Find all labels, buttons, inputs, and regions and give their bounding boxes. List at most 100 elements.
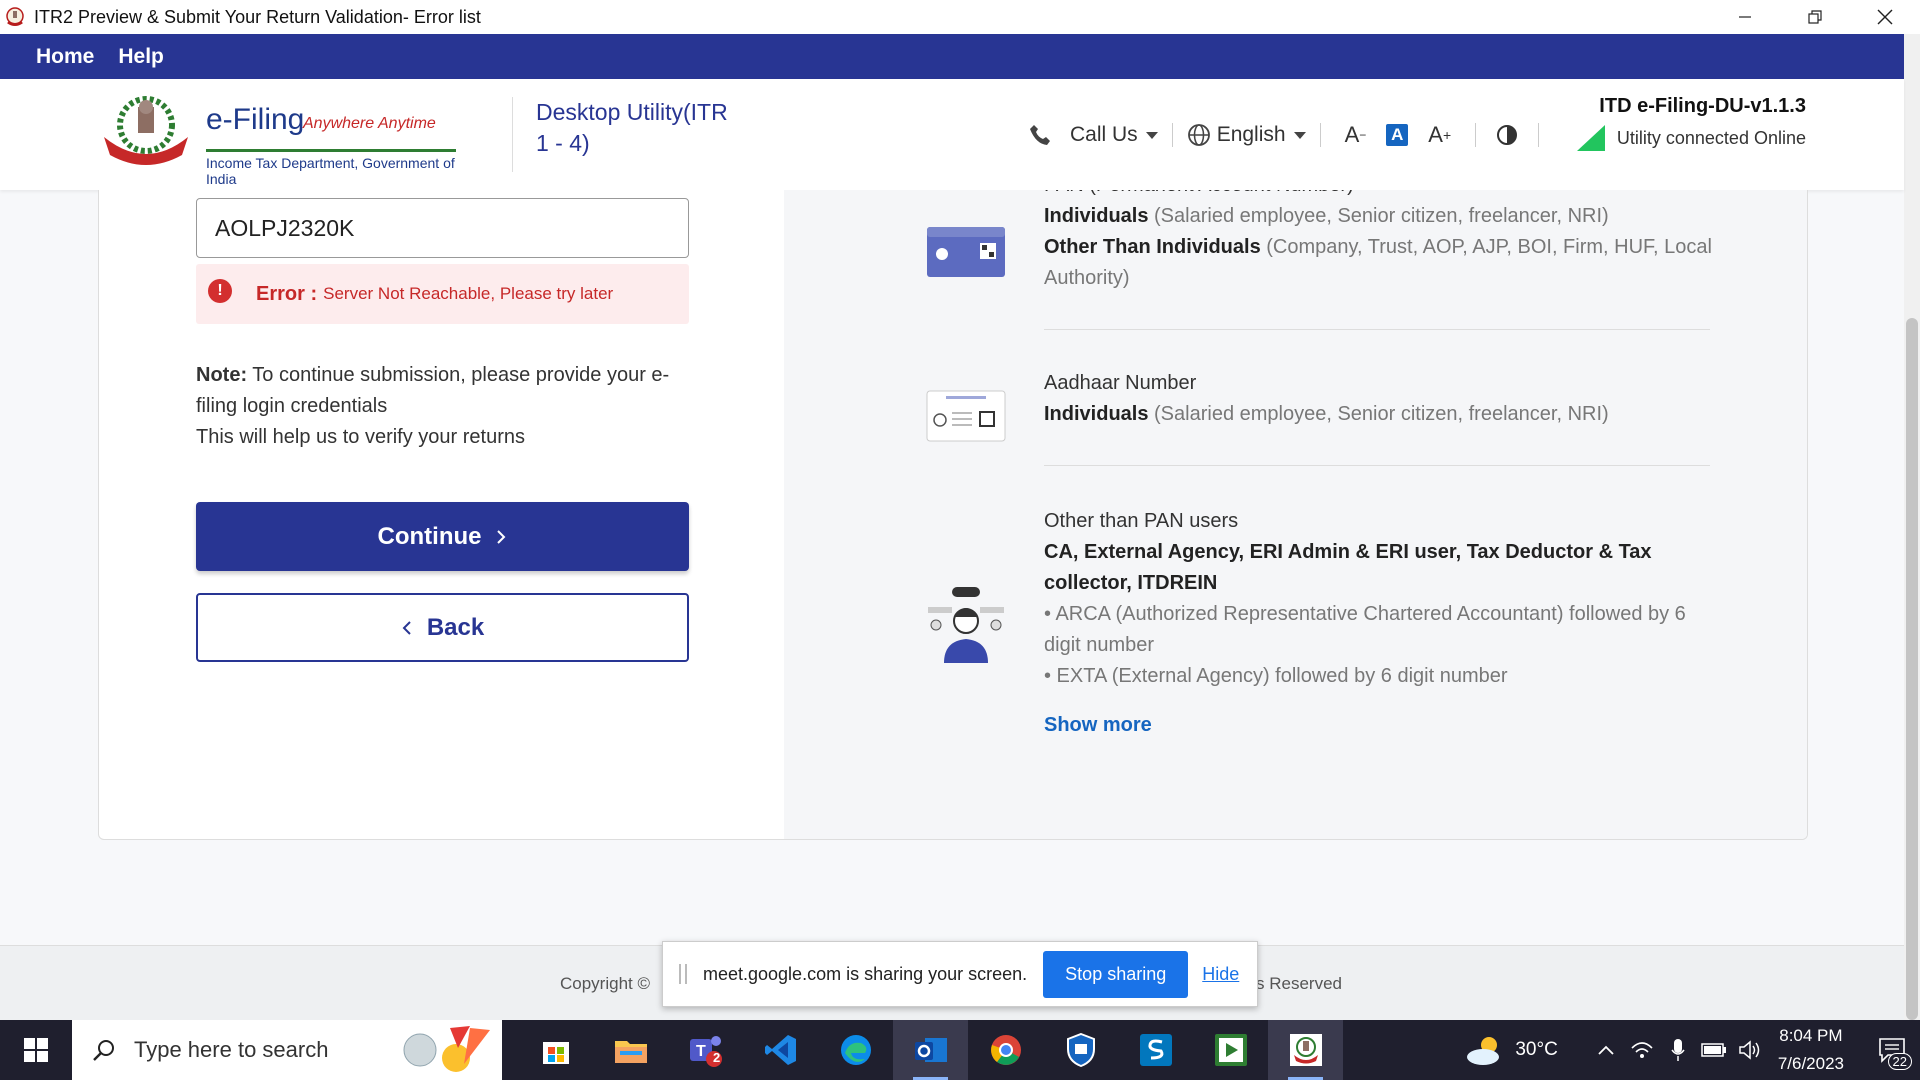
stop-sharing-button[interactable]: Stop sharing — [1043, 950, 1189, 998]
chrome-icon — [990, 1035, 1021, 1065]
taskbar-defender[interactable] — [1043, 1020, 1118, 1080]
chevron-down-icon — [1145, 131, 1158, 139]
restore-icon — [1808, 10, 1822, 24]
battery-icon — [1701, 1043, 1726, 1057]
version-info: ITD e-Filing-DU-v1.1.3 Utility connected… — [1576, 95, 1806, 151]
minimize-icon — [1739, 16, 1751, 18]
windows-taskbar: Type here to search T 2 30°C 8:04 PM 7/6… — [0, 1020, 1920, 1080]
error-label: Error : — [256, 282, 318, 305]
income-tax-emblem-icon — [104, 96, 188, 165]
aadhaar-card-icon — [926, 390, 1006, 442]
pan-individuals-desc: (Salaried employee, Senior citizen, free… — [1148, 205, 1609, 227]
font-normal-button[interactable]: A — [1386, 124, 1409, 146]
login-options-panel: PAN (Permanent Account Number) Individua… — [784, 190, 1807, 839]
app-emblem-icon — [6, 7, 24, 26]
connection-status: Utility connected Online — [1576, 125, 1806, 151]
chevron-down-icon — [1293, 131, 1306, 139]
taskbar-file-explorer[interactable] — [593, 1020, 668, 1080]
notification-center-button[interactable]: 22 — [1864, 1020, 1920, 1080]
exta-desc: • EXTA (External Agency) followed by 6 d… — [1044, 665, 1508, 687]
phone-icon — [1030, 125, 1050, 145]
taskbar-vscode[interactable] — [743, 1020, 818, 1080]
taskbar-outlook[interactable] — [893, 1020, 968, 1080]
header-tools: Call Us English A − A A + — [1028, 117, 1553, 153]
taskbar-teams[interactable]: T 2 — [668, 1020, 743, 1080]
note-body-2: This will help us to verify your returns — [196, 426, 526, 448]
scrollbar-thumb[interactable] — [1906, 318, 1918, 1020]
taskbar-clock[interactable]: 8:04 PM 7/6/2023 — [1778, 1022, 1844, 1078]
back-button[interactable]: Back — [196, 593, 689, 662]
clock-time: 8:04 PM — [1779, 1026, 1843, 1045]
microphone-icon — [1671, 1039, 1685, 1061]
weather-cloud-icon[interactable] — [1465, 1033, 1505, 1067]
login-card: AOLPJ2320K ! Error : Server Not Reachabl… — [98, 190, 1808, 840]
close-icon — [1877, 9, 1893, 25]
other-users-icon — [928, 587, 1004, 663]
taskbar-app-s[interactable] — [1118, 1020, 1193, 1080]
taskbar-edge[interactable] — [818, 1020, 893, 1080]
weather-temperature[interactable]: 30°C — [1515, 1039, 1557, 1061]
hide-link[interactable]: Hide — [1202, 964, 1239, 985]
efiling-emblem-icon — [1289, 1034, 1322, 1066]
copyright-left: Copyright © — [560, 974, 651, 993]
aadhaar-info: Aadhaar Number Individuals (Salaried emp… — [1044, 368, 1714, 430]
speaker-icon — [1739, 1040, 1760, 1060]
taskbar-apps: T 2 — [518, 1020, 1343, 1080]
tools-separator — [1319, 123, 1321, 147]
show-more-link[interactable]: Show more — [1044, 714, 1152, 737]
wifi-icon — [1631, 1042, 1653, 1058]
taskbar-search[interactable]: Type here to search — [72, 1020, 502, 1080]
pan-title: PAN (Permanent Account Number) — [1044, 190, 1714, 201]
continue-label: Continue — [377, 522, 482, 550]
top-menu-bar: Home Help — [0, 34, 1904, 79]
start-button[interactable] — [0, 1020, 72, 1080]
note-text: Note: To continue submission, please pro… — [196, 360, 696, 453]
tools-separator — [1475, 123, 1477, 147]
menu-home[interactable]: Home — [36, 45, 94, 69]
volume-button[interactable] — [1732, 1020, 1768, 1080]
microphone-button[interactable] — [1660, 1020, 1696, 1080]
efiling-logo[interactable]: e-Filing Anywhere Anytime Income Tax Dep… — [96, 93, 456, 187]
logo-underline — [206, 149, 456, 152]
call-us-dropdown[interactable]: Call Us — [1028, 123, 1158, 147]
status-label: Utility connected Online — [1616, 127, 1806, 148]
taskbar-efiling[interactable] — [1268, 1020, 1343, 1080]
font-decrease-button[interactable]: A − — [1345, 122, 1367, 148]
language-dropdown[interactable]: English — [1187, 123, 1306, 147]
pan-other-label: Other Than Individuals — [1044, 236, 1261, 258]
aadhaar-individuals-label: Individuals — [1044, 403, 1149, 425]
version-label: ITD e-Filing-DU-v1.1.3 — [1599, 95, 1806, 117]
outlook-icon — [914, 1038, 947, 1062]
pan-input[interactable]: AOLPJ2320K — [196, 198, 689, 258]
search-highlight-icon — [403, 1026, 490, 1072]
battery-button[interactable] — [1696, 1020, 1732, 1080]
taskbar-media-app[interactable] — [1193, 1020, 1268, 1080]
drag-handle-icon[interactable] — [679, 964, 687, 984]
page-header: e-Filing Anywhere Anytime Income Tax Dep… — [0, 79, 1904, 190]
close-button[interactable] — [1850, 0, 1920, 34]
menu-help[interactable]: Help — [118, 45, 164, 69]
shield-icon — [1066, 1033, 1095, 1067]
font-increase-button[interactable]: A + — [1428, 122, 1451, 148]
other-users-info: Other than PAN users CA, External Agency… — [1044, 506, 1714, 692]
minimize-button[interactable] — [1710, 0, 1780, 34]
tools-separator — [1538, 123, 1540, 147]
contrast-icon[interactable] — [1496, 124, 1518, 146]
windows-logo-icon — [24, 1038, 48, 1062]
note-body: To continue submission, please provide y… — [196, 364, 670, 417]
call-us-label: Call Us — [1070, 123, 1138, 146]
media-play-icon — [1214, 1034, 1247, 1066]
continue-button[interactable]: Continue — [196, 502, 689, 571]
aadhaar-title: Aadhaar Number — [1044, 372, 1197, 394]
taskbar-store[interactable] — [518, 1020, 593, 1080]
window-controls — [1710, 0, 1920, 34]
taskbar-chrome[interactable] — [968, 1020, 1043, 1080]
other-title: Other than PAN users — [1044, 510, 1239, 532]
signal-online-icon — [1576, 125, 1605, 151]
notification-count-badge: 22 — [1887, 1053, 1912, 1070]
tray-overflow-button[interactable] — [1588, 1020, 1624, 1080]
clock-date: 7/6/2023 — [1777, 1054, 1844, 1073]
restore-button[interactable] — [1780, 0, 1850, 34]
wifi-button[interactable] — [1624, 1020, 1660, 1080]
vscode-icon — [764, 1035, 796, 1065]
